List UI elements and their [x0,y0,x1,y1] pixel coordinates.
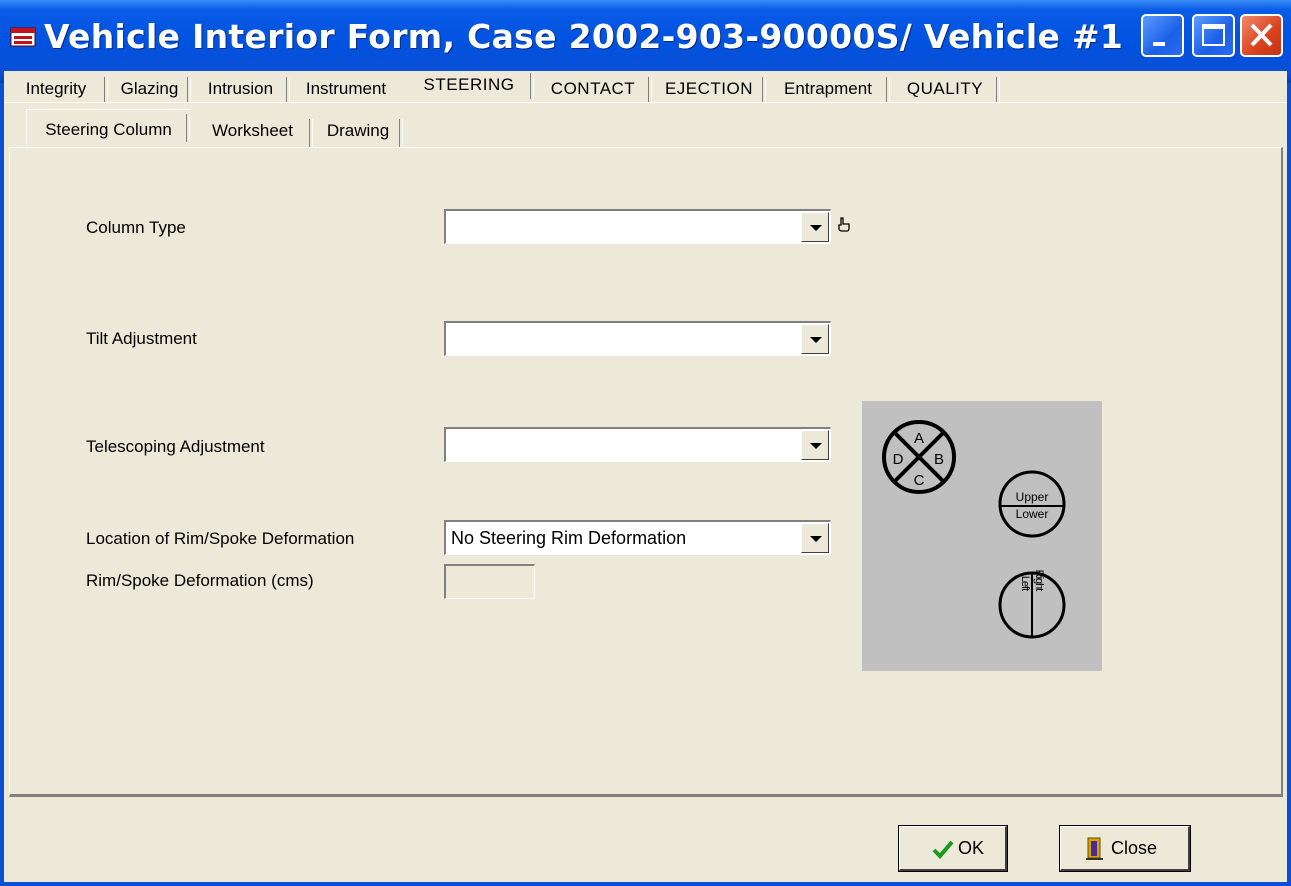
form-app-icon[interactable] [10,26,36,48]
tab-label: Integrity [25,79,87,98]
close-icon [1250,23,1273,47]
telescoping-adjustment-label: Telescoping Adjustment [86,437,265,456]
pointer-hand-icon [838,217,850,232]
steering-wheel-diagram-drawing: A B C D Upper Lower Left Right [882,420,1066,639]
tab-ejection[interactable]: EJECTION [652,75,766,103]
tab-instrument[interactable]: Instrument [290,75,402,103]
tab-label: Entrapment [784,79,872,98]
rim-location-select[interactable]: No Steering Rim Deformation [444,520,831,555]
subtab-label: Worksheet [212,121,293,140]
right-label: Right [1033,570,1045,592]
tilt-adjustment-label: Tilt Adjustment [86,329,197,348]
steering-wheel-diagram: A B C D Upper Lower Left Right [862,401,1102,671]
chevron-down-icon[interactable] [801,212,829,242]
chevron-down-icon[interactable] [801,430,829,460]
tab-strip-divider [4,102,1287,105]
button-bar: OK Close [9,806,1283,878]
tab-label: QUALITY [906,79,984,98]
column-type-label: Column Type [86,218,186,237]
subtab-worksheet[interactable]: Worksheet [192,115,313,147]
tab-steering[interactable]: STEERING [404,71,534,103]
tab-label: EJECTION [664,79,754,98]
tab-contact[interactable]: CONTACT [534,75,652,103]
tab-quality[interactable]: QUALITY [890,75,1000,103]
tilt-adjustment-select[interactable] [444,321,831,356]
checkmark-icon [932,840,954,859]
subtab-steering-column[interactable]: Steering Column [26,109,190,149]
quadrant-d-label: D [893,451,904,468]
tab-label: Intrusion [207,79,274,98]
tab-intrusion[interactable]: Intrusion [191,75,290,103]
tab-label: STEERING [423,75,515,94]
tab-glazing[interactable]: Glazing [108,75,191,103]
close-button[interactable]: Close [1059,825,1191,872]
upper-label: Upper [1016,490,1049,504]
tab-label: CONTACT [550,79,636,98]
rim-location-label: Location of Rim/Spoke Deformation [86,529,355,548]
tab-label: Glazing [120,79,179,98]
close-button-label: Close [1111,838,1158,858]
window-title: Vehicle Interior Form, Case 2002-903-900… [44,17,1124,56]
form-window: Vehicle Interior Form, Case 2002-903-900… [0,0,1291,886]
tab-integrity[interactable]: Integrity [4,75,108,103]
column-type-select[interactable] [444,209,831,244]
sub-tab-strip: Steering Column Worksheet Drawing [4,109,1287,149]
rim-deformation-label: Rim/Spoke Deformation (cms) [86,571,314,590]
tab-label: Instrument [305,79,387,98]
ok-button[interactable]: OK [898,825,1008,872]
quadrant-b-label: B [934,451,944,468]
form-client-area: Integrity Glazing Intrusion Instrument S… [4,71,1287,882]
left-label: Left [1019,576,1031,591]
ok-button-label: OK [958,838,985,858]
subtab-label: Steering Column [45,120,172,139]
minimize-button[interactable] [1141,14,1184,57]
quadrant-c-label: C [914,472,925,489]
telescoping-adjustment-select[interactable] [444,427,831,462]
chevron-down-icon[interactable] [801,523,829,553]
maximize-icon [1202,24,1225,46]
rim-location-value: No Steering Rim Deformation [451,528,687,548]
door-exit-icon [1086,837,1103,860]
lower-label: Lower [1016,507,1049,521]
rim-deformation-input[interactable] [444,564,535,599]
chevron-down-icon[interactable] [801,324,829,354]
subtab-label: Drawing [326,121,390,140]
quadrant-a-label: A [914,430,924,447]
tab-entrapment[interactable]: Entrapment [766,75,890,103]
maximize-button[interactable] [1192,14,1235,57]
close-window-button[interactable] [1240,14,1283,57]
main-tab-strip: Integrity Glazing Intrusion Instrument S… [4,71,1287,104]
subtab-drawing[interactable]: Drawing [313,115,403,147]
minimize-icon [1153,42,1165,46]
